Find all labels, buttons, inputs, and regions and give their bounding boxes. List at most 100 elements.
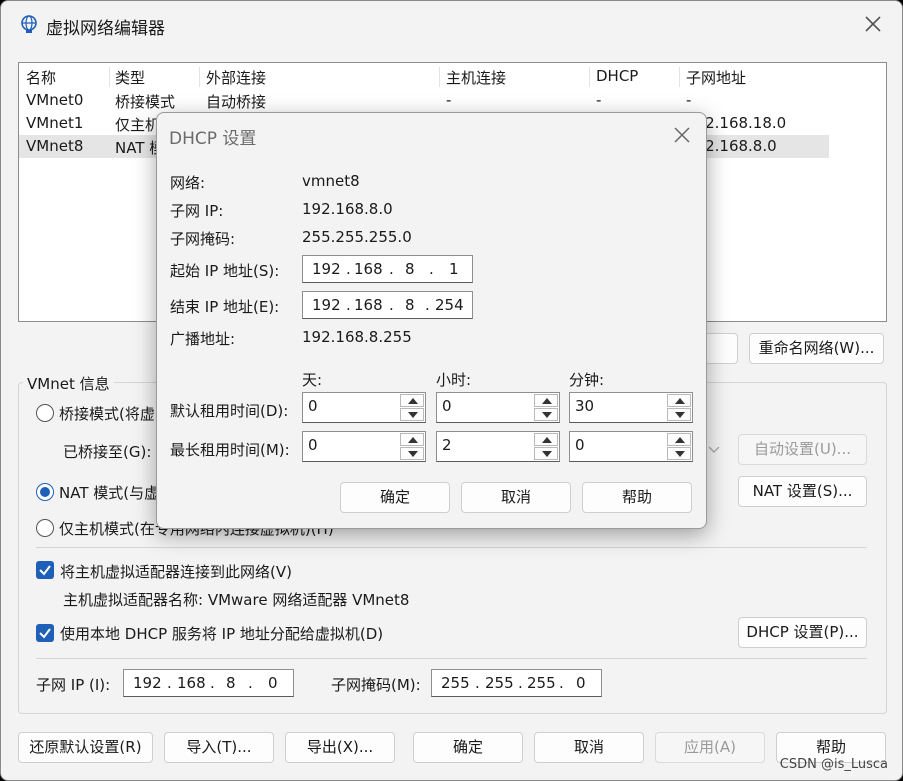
default-lease-days-spinner[interactable]: 0 bbox=[302, 392, 426, 423]
close-icon[interactable] bbox=[672, 125, 692, 145]
divider bbox=[36, 658, 867, 659]
spinner-up-icon[interactable] bbox=[534, 433, 558, 446]
days-column-label: 天: bbox=[302, 371, 323, 389]
ip-octet: 192 bbox=[312, 296, 341, 314]
divider bbox=[36, 547, 867, 548]
minutes-column-label: 分钟: bbox=[569, 371, 605, 389]
start-ip-input[interactable]: 192 . 168 . 8 . 1 bbox=[302, 255, 473, 283]
ip-octet: 0 bbox=[268, 674, 278, 692]
bridge-mode-label[interactable]: 桥接模式(将虚 bbox=[59, 403, 155, 424]
dialog-subnet-mask-value: 255.255.255.0 bbox=[302, 228, 412, 246]
ip-octet: 168 bbox=[177, 674, 206, 692]
max-lease-minutes-spinner[interactable]: 0 bbox=[569, 431, 693, 462]
spinner-down-icon[interactable] bbox=[534, 408, 558, 421]
dhcp-settings-dialog: DHCP 设置 网络: vmnet8 子网 IP: 192.168.8.0 子网… bbox=[156, 112, 707, 529]
restore-defaults-button[interactable]: 还原默认设置(R) bbox=[18, 732, 153, 763]
cell-external: 自动桥接 bbox=[206, 93, 267, 111]
bridged-to-label: 已桥接至(G): bbox=[63, 443, 152, 461]
spinner-up-icon[interactable] bbox=[400, 433, 424, 446]
subnet-mask-input[interactable]: 255 . 255 . 255 . 0 bbox=[431, 669, 602, 697]
default-lease-label: 默认租用时间(D): bbox=[170, 402, 289, 420]
watermark-text: CSDN @is_Lusca bbox=[779, 757, 888, 772]
header-host[interactable]: 主机连接 bbox=[446, 67, 506, 88]
default-lease-minutes-spinner[interactable]: 30 bbox=[569, 392, 693, 423]
max-lease-hours-spinner[interactable]: 2 bbox=[436, 431, 560, 462]
globe-network-icon bbox=[21, 15, 37, 33]
spinner-up-icon[interactable] bbox=[400, 394, 424, 407]
bridge-mode-radio[interactable] bbox=[36, 404, 54, 422]
network-label: 网络: bbox=[170, 174, 206, 192]
spinner-up-icon[interactable] bbox=[534, 394, 558, 407]
connect-adapter-checkbox[interactable] bbox=[36, 561, 54, 579]
export-button[interactable]: 导出(X)... bbox=[285, 732, 395, 763]
ok-button[interactable]: 确定 bbox=[413, 732, 523, 763]
ip-octet: 254 bbox=[435, 296, 464, 314]
start-ip-label: 起始 IP 地址(S): bbox=[170, 262, 280, 280]
cell-host: - bbox=[446, 91, 452, 109]
spinner-down-icon[interactable] bbox=[400, 447, 424, 460]
network-value: vmnet8 bbox=[302, 172, 360, 190]
list-header: 名称 类型 外部连接 主机连接 DHCP 子网地址 bbox=[19, 65, 886, 88]
dialog-subnet-mask-label: 子网掩码: bbox=[170, 230, 236, 248]
dialog-title: DHCP 设置 bbox=[169, 129, 257, 149]
ip-octet: 192 bbox=[312, 260, 341, 278]
use-dhcp-checkbox[interactable] bbox=[36, 624, 54, 642]
ip-octet: 1 bbox=[449, 260, 459, 278]
window-title: 虚拟网络编辑器 bbox=[46, 19, 165, 39]
titlebar: 虚拟网络编辑器 bbox=[1, 1, 902, 51]
dhcp-settings-button[interactable]: DHCP 设置(P)... bbox=[738, 617, 867, 648]
spinner-up-icon[interactable] bbox=[667, 394, 691, 407]
nat-settings-button[interactable]: NAT 设置(S)... bbox=[738, 476, 867, 507]
cell-type: 桥接模式 bbox=[115, 93, 176, 111]
end-ip-label: 结束 IP 地址(E): bbox=[170, 298, 280, 316]
connect-adapter-label[interactable]: 将主机虚拟适配器连接到此网络(V) bbox=[60, 561, 292, 582]
auto-settings-button[interactable]: 自动设置(U)... bbox=[738, 434, 867, 465]
cell-subnet: - bbox=[686, 91, 692, 109]
header-type[interactable]: 类型 bbox=[115, 67, 145, 88]
spinner-up-icon[interactable] bbox=[667, 433, 691, 446]
subnet-mask-label: 子网掩码(M): bbox=[331, 676, 421, 694]
spinner-down-icon[interactable] bbox=[534, 447, 558, 460]
spinner-value: 30 bbox=[575, 397, 595, 415]
header-dhcp[interactable]: DHCP bbox=[596, 67, 638, 85]
ip-octet: 8 bbox=[405, 296, 415, 314]
subnet-ip-label: 子网 IP (I): bbox=[36, 676, 111, 694]
cell-dhcp: - bbox=[596, 91, 602, 109]
rename-network-button[interactable]: 重命名网络(W)... bbox=[749, 333, 884, 364]
checkmark-icon bbox=[39, 565, 51, 576]
host-only-radio[interactable] bbox=[36, 519, 54, 537]
default-lease-hours-spinner[interactable]: 0 bbox=[436, 392, 560, 423]
spinner-value: 0 bbox=[442, 397, 452, 415]
adapter-name-text: 主机虚拟适配器名称: VMware 网络适配器 VMnet8 bbox=[63, 591, 410, 609]
header-name[interactable]: 名称 bbox=[26, 67, 56, 88]
cell-type: 仅主机 bbox=[115, 116, 161, 134]
cell-name: VMnet8 bbox=[26, 137, 84, 155]
max-lease-label: 最长租用时间(M): bbox=[170, 441, 290, 459]
dialog-subnet-ip-value: 192.168.8.0 bbox=[302, 200, 393, 218]
dialog-help-button[interactable]: 帮助 bbox=[582, 482, 692, 513]
spinner-down-icon[interactable] bbox=[667, 447, 691, 460]
header-subnet[interactable]: 子网地址 bbox=[686, 67, 746, 88]
header-external[interactable]: 外部连接 bbox=[206, 67, 266, 88]
close-icon[interactable] bbox=[862, 13, 884, 35]
dialog-cancel-button[interactable]: 取消 bbox=[461, 482, 571, 513]
import-button[interactable]: 导入(T)... bbox=[164, 732, 274, 763]
use-dhcp-label[interactable]: 使用本地 DHCP 服务将 IP 地址分配给虚拟机(D) bbox=[60, 623, 383, 644]
apply-button[interactable]: 应用(A) bbox=[655, 732, 765, 763]
subnet-ip-input[interactable]: 192 . 168 . 8 . 0 bbox=[123, 669, 294, 697]
spinner-down-icon[interactable] bbox=[667, 408, 691, 421]
nat-mode-label[interactable]: NAT 模式(与虚 bbox=[59, 482, 159, 503]
cell-name: VMnet0 bbox=[26, 91, 84, 109]
end-ip-input[interactable]: 192 . 168 . 8 . 254 bbox=[302, 291, 473, 319]
ip-octet: 8 bbox=[226, 674, 236, 692]
hours-column-label: 小时: bbox=[436, 371, 472, 389]
dialog-ok-button[interactable]: 确定 bbox=[340, 482, 450, 513]
max-lease-days-spinner[interactable]: 0 bbox=[302, 431, 426, 462]
chevron-down-icon[interactable] bbox=[707, 444, 721, 456]
spinner-value: 2 bbox=[442, 436, 452, 454]
cancel-button[interactable]: 取消 bbox=[534, 732, 644, 763]
list-item[interactable]: VMnet0 桥接模式 自动桥接 - - - bbox=[19, 89, 886, 112]
spinner-down-icon[interactable] bbox=[400, 408, 424, 421]
ip-octet: 255 bbox=[527, 674, 556, 692]
nat-mode-radio[interactable] bbox=[36, 483, 54, 501]
